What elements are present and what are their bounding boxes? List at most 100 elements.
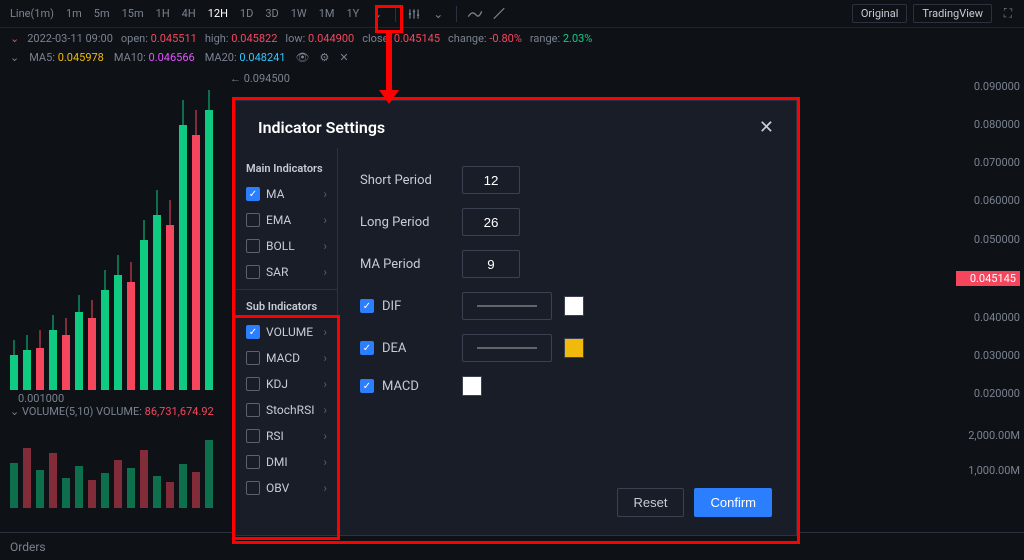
tf-1M[interactable]: 1M bbox=[315, 7, 339, 20]
tf-1H[interactable]: 1H bbox=[152, 7, 174, 20]
chevron-down-icon[interactable]: ⌄ bbox=[10, 405, 19, 418]
chevron-right-icon: › bbox=[323, 455, 327, 469]
chevron-down-icon[interactable]: ⌄ bbox=[10, 51, 19, 64]
dea-line-select[interactable] bbox=[462, 334, 552, 362]
draw-icon[interactable] bbox=[489, 4, 509, 24]
fullscreen-icon[interactable]: ⛶ bbox=[998, 4, 1018, 24]
sidebar-item-kdj[interactable]: KDJ› bbox=[236, 371, 337, 397]
close-icon[interactable]: ✕ bbox=[339, 51, 348, 64]
macd-label: MACD bbox=[382, 379, 419, 394]
price-badge: 0.045145 bbox=[956, 271, 1020, 286]
tf-4H[interactable]: 4H bbox=[178, 7, 200, 20]
ma-bar: ⌄ MA5: 0.045978 MA10: 0.046566 MA20: 0.0… bbox=[0, 49, 1024, 66]
gear-icon[interactable]: ⚙ bbox=[320, 51, 330, 64]
chevron-down-icon[interactable]: ⌄ bbox=[10, 32, 19, 45]
sidebar-item-ma[interactable]: ✓MA› bbox=[236, 181, 337, 207]
ohlc-datetime: 2022-03-11 09:00 bbox=[27, 32, 113, 45]
checkbox-icon[interactable] bbox=[246, 481, 260, 495]
sidebar-item-boll[interactable]: BOLL› bbox=[236, 233, 337, 259]
bottom-tabs: Orders bbox=[0, 532, 1024, 560]
ma-period-input[interactable] bbox=[462, 250, 520, 278]
orders-tab[interactable]: Orders bbox=[10, 540, 46, 554]
confirm-button[interactable]: Confirm bbox=[694, 488, 772, 517]
chevron-down-icon[interactable]: ⌄ bbox=[428, 4, 448, 24]
long-period-label: Long Period bbox=[360, 215, 450, 230]
macd-color-swatch[interactable] bbox=[462, 376, 482, 396]
tf-15m[interactable]: 15m bbox=[118, 7, 148, 20]
indicator-settings-modal: Indicator Settings ✕ Main Indicators ✓MA… bbox=[235, 100, 797, 536]
volume-label: ⌄ VOLUME(5,10) VOLUME: 86,731,674.92 bbox=[10, 405, 214, 418]
main-indicators-label: Main Indicators bbox=[236, 156, 337, 181]
tf-1W[interactable]: 1W bbox=[287, 7, 311, 20]
dif-line-select[interactable] bbox=[462, 292, 552, 320]
checkbox-icon[interactable] bbox=[246, 351, 260, 365]
checkbox-icon[interactable] bbox=[246, 455, 260, 469]
ohlc-close: 0.045145 bbox=[394, 32, 440, 45]
settings-icon[interactable] bbox=[404, 4, 424, 24]
dea-checkbox[interactable]: ✓ bbox=[360, 341, 374, 355]
tf-12H[interactable]: 12H bbox=[204, 7, 232, 20]
sidebar-item-obv[interactable]: OBV› bbox=[236, 475, 337, 501]
tf-1Y[interactable]: 1Y bbox=[342, 7, 363, 20]
checkbox-icon[interactable]: ✓ bbox=[246, 187, 260, 201]
checkbox-icon[interactable] bbox=[246, 429, 260, 443]
ohlc-high: 0.045822 bbox=[231, 32, 277, 45]
chevron-right-icon: › bbox=[323, 239, 327, 253]
indicator-settings-panel: Short Period Long Period MA Period ✓DIF … bbox=[338, 148, 796, 536]
ma5-value: 0.045978 bbox=[58, 51, 104, 64]
ohlc-bar: ⌄ 2022-03-11 09:00 open: 0.045511 high: … bbox=[0, 28, 1024, 49]
short-period-input[interactable] bbox=[462, 166, 520, 194]
chevron-right-icon: › bbox=[323, 187, 327, 201]
reset-button[interactable]: Reset bbox=[617, 488, 685, 517]
chevron-right-icon: › bbox=[323, 481, 327, 495]
long-period-input[interactable] bbox=[462, 208, 520, 236]
ma20-value: 0.048241 bbox=[239, 51, 285, 64]
sidebar-item-volume[interactable]: ✓VOLUME› bbox=[236, 319, 337, 345]
volume-chart[interactable] bbox=[10, 420, 213, 508]
checkbox-icon[interactable] bbox=[246, 265, 260, 279]
line-button[interactable]: Line(1m) bbox=[6, 7, 58, 20]
chevron-right-icon: › bbox=[323, 213, 327, 227]
close-icon[interactable]: ✕ bbox=[759, 117, 774, 138]
chevron-right-icon: › bbox=[323, 265, 327, 279]
dif-checkbox[interactable]: ✓ bbox=[360, 299, 374, 313]
y-axis: 0.090000 0.080000 0.070000 0.060000 0.05… bbox=[956, 80, 1024, 400]
eye-icon[interactable]: 👁 bbox=[296, 51, 310, 64]
ma10-value: 0.046566 bbox=[149, 51, 195, 64]
checkbox-icon[interactable] bbox=[246, 377, 260, 391]
annotation-arrow-icon bbox=[386, 32, 392, 92]
tf-1m[interactable]: 1m bbox=[62, 7, 86, 20]
sidebar-item-sar[interactable]: SAR› bbox=[236, 259, 337, 285]
tf-3D[interactable]: 3D bbox=[261, 7, 282, 20]
sidebar-item-macd[interactable]: MACD› bbox=[236, 345, 337, 371]
checkbox-icon[interactable] bbox=[246, 213, 260, 227]
ma-period-label: MA Period bbox=[360, 257, 450, 272]
dif-color-swatch[interactable] bbox=[564, 296, 584, 316]
top-toolbar: Line(1m) 1m 5m 15m 1H 4H 12H 1D 3D 1W 1M… bbox=[0, 0, 1024, 28]
tf-1D[interactable]: 1D bbox=[236, 7, 257, 20]
macd-checkbox[interactable]: ✓ bbox=[360, 379, 374, 393]
ohlc-open: 0.045511 bbox=[151, 32, 197, 45]
short-period-label: Short Period bbox=[360, 173, 450, 188]
sidebar-item-rsi[interactable]: RSI› bbox=[236, 423, 337, 449]
dea-color-swatch[interactable] bbox=[564, 338, 584, 358]
sidebar-item-stochrsi[interactable]: StochRSI› bbox=[236, 397, 337, 423]
indicator-icon[interactable] bbox=[465, 4, 485, 24]
volume-y-axis: 2,000.00M 1,000.00M bbox=[956, 418, 1024, 488]
tradingview-button[interactable]: TradingView bbox=[913, 4, 992, 23]
chevron-right-icon: › bbox=[323, 429, 327, 443]
checkbox-icon[interactable]: ✓ bbox=[246, 325, 260, 339]
indicator-sidebar: Main Indicators ✓MA› EMA› BOLL› SAR› Sub… bbox=[236, 148, 338, 536]
dea-label: DEA bbox=[382, 341, 406, 356]
chevron-right-icon: › bbox=[323, 377, 327, 391]
chevron-down-icon[interactable]: ⌄ bbox=[367, 4, 387, 24]
sub-indicators-label: Sub Indicators bbox=[236, 289, 337, 319]
checkbox-icon[interactable] bbox=[246, 239, 260, 253]
original-button[interactable]: Original bbox=[852, 4, 908, 23]
checkbox-icon[interactable] bbox=[246, 403, 260, 417]
sidebar-item-ema[interactable]: EMA› bbox=[236, 207, 337, 233]
ohlc-range: 2.03% bbox=[563, 32, 593, 45]
sidebar-item-dmi[interactable]: DMI› bbox=[236, 449, 337, 475]
modal-title: Indicator Settings bbox=[258, 118, 385, 137]
tf-5m[interactable]: 5m bbox=[90, 7, 114, 20]
